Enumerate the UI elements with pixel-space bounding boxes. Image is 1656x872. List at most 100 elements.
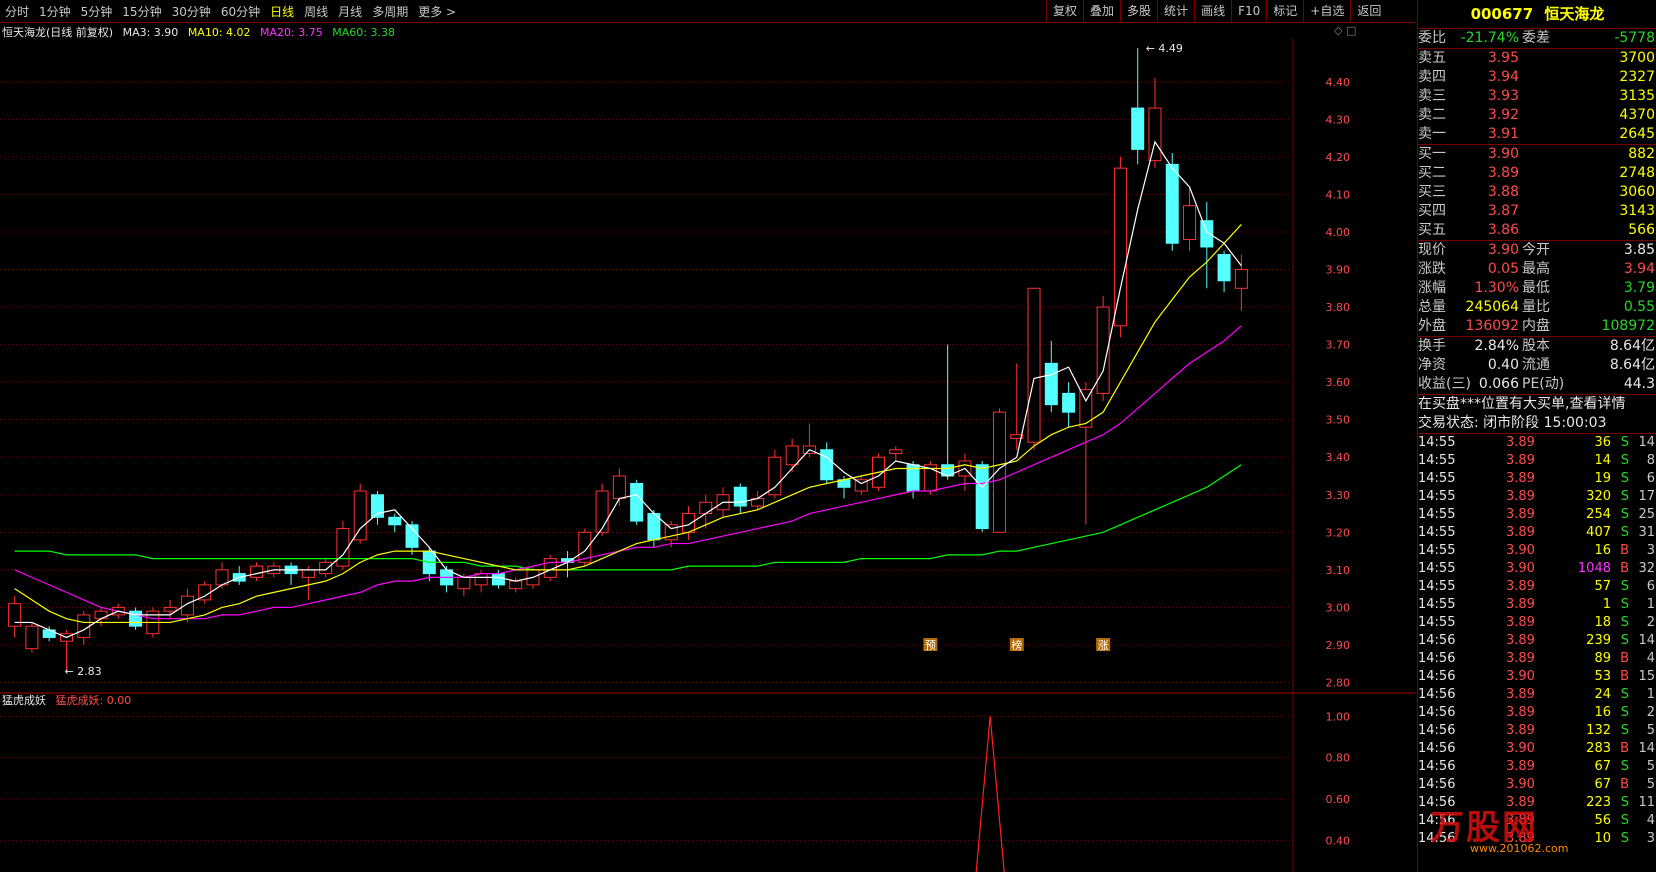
ask-price: 3.91 — [1487, 126, 1519, 142]
tick-row[interactable]: 14:56 3.89 132 S 5 — [1418, 722, 1656, 740]
period-tab[interactable]: 60分钟 — [216, 3, 265, 20]
tool-button[interactable]: +自选 — [1303, 0, 1350, 22]
tick-count: 4 — [1646, 651, 1655, 666]
big-order-notice[interactable]: 在买盘***位置有大买单,查看详情 — [1418, 395, 1656, 414]
quote-value: 108972 — [1601, 318, 1655, 334]
bid-label: 买二 — [1418, 165, 1446, 181]
tick-row[interactable]: 14:56 3.89 24 S 1 — [1418, 686, 1656, 704]
tick-row[interactable]: 14:55 3.89 57 S 6 — [1418, 578, 1656, 596]
quote-label: 量比 — [1522, 299, 1550, 315]
tick-row[interactable]: 14:56 3.89 89 B 4 — [1418, 650, 1656, 668]
period-tab[interactable]: 周线 — [299, 3, 333, 20]
tick-volume: 1048 — [1577, 561, 1611, 576]
quote-label: 最低 — [1522, 280, 1550, 296]
bid-volume: 566 — [1628, 222, 1655, 238]
ask-label: 卖五 — [1418, 50, 1446, 66]
period-tab[interactable]: 5分钟 — [76, 3, 118, 20]
tick-row[interactable]: 14:55 3.89 36 S 14 — [1418, 434, 1656, 452]
fund-label: 流通 — [1522, 357, 1550, 373]
tick-row[interactable]: 14:55 3.89 407 S 31 — [1418, 524, 1656, 542]
period-tab[interactable]: 更多 > — [413, 3, 461, 20]
tick-volume: 16 — [1594, 705, 1611, 720]
stock-code: 000677 — [1470, 5, 1534, 23]
tick-row[interactable]: 14:55 3.89 1 S 1 — [1418, 596, 1656, 614]
tick-price: 3.89 — [1506, 633, 1535, 648]
weicha-value: -5778 — [1614, 30, 1655, 46]
tick-volume: 53 — [1594, 669, 1611, 684]
candle-body — [1217, 253, 1231, 282]
tool-button[interactable]: 叠加 — [1083, 0, 1120, 22]
period-tab[interactable]: 多周期 — [367, 3, 413, 20]
status-text: 交易状态: 闭市阶段 15:00:03 — [1418, 415, 1607, 431]
tool-button[interactable]: 复权 — [1046, 0, 1083, 22]
tick-row[interactable]: 14:55 3.89 254 S 25 — [1418, 506, 1656, 524]
quote-value: 136092 — [1465, 318, 1519, 334]
tick-volume: 36 — [1594, 435, 1611, 450]
notice-text[interactable]: 在买盘***位置有大买单,查看详情 — [1418, 395, 1625, 414]
bid-row: 买四 3.87 3143 — [1418, 202, 1656, 221]
tick-row[interactable]: 14:56 3.89 239 S 14 — [1418, 632, 1656, 650]
tick-time: 14:56 — [1418, 759, 1456, 774]
period-tab[interactable]: 15分钟 — [117, 3, 166, 20]
bid-price: 3.89 — [1487, 165, 1519, 181]
fund-label: 收益(三) — [1418, 376, 1471, 392]
tool-button[interactable]: 多股 — [1120, 0, 1157, 22]
period-tab[interactable]: 分时 — [0, 3, 34, 20]
candle-body — [77, 614, 91, 638]
tick-row[interactable]: 14:56 3.89 16 S 2 — [1418, 704, 1656, 722]
candle-body — [1131, 107, 1145, 150]
bid-row: 买一 3.90 882 — [1418, 145, 1656, 164]
tick-row[interactable]: 14:56 3.90 67 B 5 — [1418, 776, 1656, 794]
tick-count: 15 — [1638, 669, 1655, 684]
tool-button[interactable]: 返回 — [1350, 0, 1387, 22]
candle-body — [353, 490, 367, 541]
fund-label: 换手 — [1418, 338, 1446, 354]
tick-row[interactable]: 14:55 3.89 320 S 17 — [1418, 488, 1656, 506]
tick-row[interactable]: 14:56 3.89 67 S 5 — [1418, 758, 1656, 776]
tick-time: 14:56 — [1418, 741, 1456, 756]
fund-row: 净资 0.40 流通 8.64亿 — [1418, 356, 1656, 375]
tick-row[interactable]: 14:55 3.89 14 S 8 — [1418, 452, 1656, 470]
tick-row[interactable]: 14:56 3.90 283 B 14 — [1418, 740, 1656, 758]
tick-row[interactable]: 14:55 3.90 1048 B 32 — [1418, 560, 1656, 578]
period-tab[interactable]: 月线 — [333, 3, 367, 20]
weicha-label: 委差 — [1522, 30, 1550, 46]
fund-value: 0.40 — [1487, 357, 1519, 373]
quote-label: 今开 — [1522, 242, 1550, 258]
candle-body — [509, 580, 523, 590]
chart-mode-icons[interactable]: ◇ □ — [1334, 24, 1356, 37]
tick-count: 8 — [1646, 453, 1655, 468]
tick-list[interactable]: 14:55 3.89 36 S 14 14:55 3.89 14 S 8 14:55 3.89 19 S 6… — [1418, 434, 1656, 848]
bid-label: 买三 — [1418, 184, 1446, 200]
tick-row[interactable]: 14:55 3.89 18 S 2 — [1418, 614, 1656, 632]
tick-row[interactable]: 14:56 3.90 53 B 15 — [1418, 668, 1656, 686]
tool-button[interactable]: 画线 — [1194, 0, 1231, 22]
tick-price: 3.89 — [1506, 597, 1535, 612]
ask-volume: 3135 — [1619, 88, 1655, 104]
period-tab[interactable]: 1分钟 — [34, 3, 76, 20]
quote-value: 3.85 — [1623, 242, 1655, 258]
tick-row[interactable]: 14:55 3.90 16 B 3 — [1418, 542, 1656, 560]
tool-button[interactable]: 标记 — [1266, 0, 1303, 22]
candle-body — [733, 486, 747, 507]
period-tab[interactable]: 30分钟 — [167, 3, 216, 20]
tick-side: B — [1620, 669, 1629, 684]
weibi-label: 委比 — [1418, 30, 1446, 46]
tick-time: 14:56 — [1418, 777, 1456, 792]
y-tick-label: 3.30 — [1326, 489, 1351, 502]
candle-body — [1165, 163, 1179, 244]
tick-time: 14:56 — [1418, 669, 1456, 684]
quote-value: 0.05 — [1487, 261, 1519, 277]
bid-row: 买二 3.89 2748 — [1418, 164, 1656, 183]
candle-body — [94, 610, 108, 620]
tick-volume: 67 — [1594, 777, 1611, 792]
tick-time: 14:55 — [1418, 525, 1456, 540]
tool-button[interactable]: 统计 — [1157, 0, 1194, 22]
tick-count: 3 — [1646, 543, 1655, 558]
tool-button[interactable]: F10 — [1231, 0, 1266, 22]
bid-volume: 3143 — [1619, 203, 1655, 219]
kline-chart[interactable]: 4.40 4.30 4.20 4.10 4.00 3.90 3.80 3.70 3.60 3.50… — [0, 38, 1416, 872]
period-tab[interactable]: 日线 — [265, 3, 299, 20]
ask-label: 卖四 — [1418, 69, 1446, 85]
tick-row[interactable]: 14:55 3.89 19 S 6 — [1418, 470, 1656, 488]
